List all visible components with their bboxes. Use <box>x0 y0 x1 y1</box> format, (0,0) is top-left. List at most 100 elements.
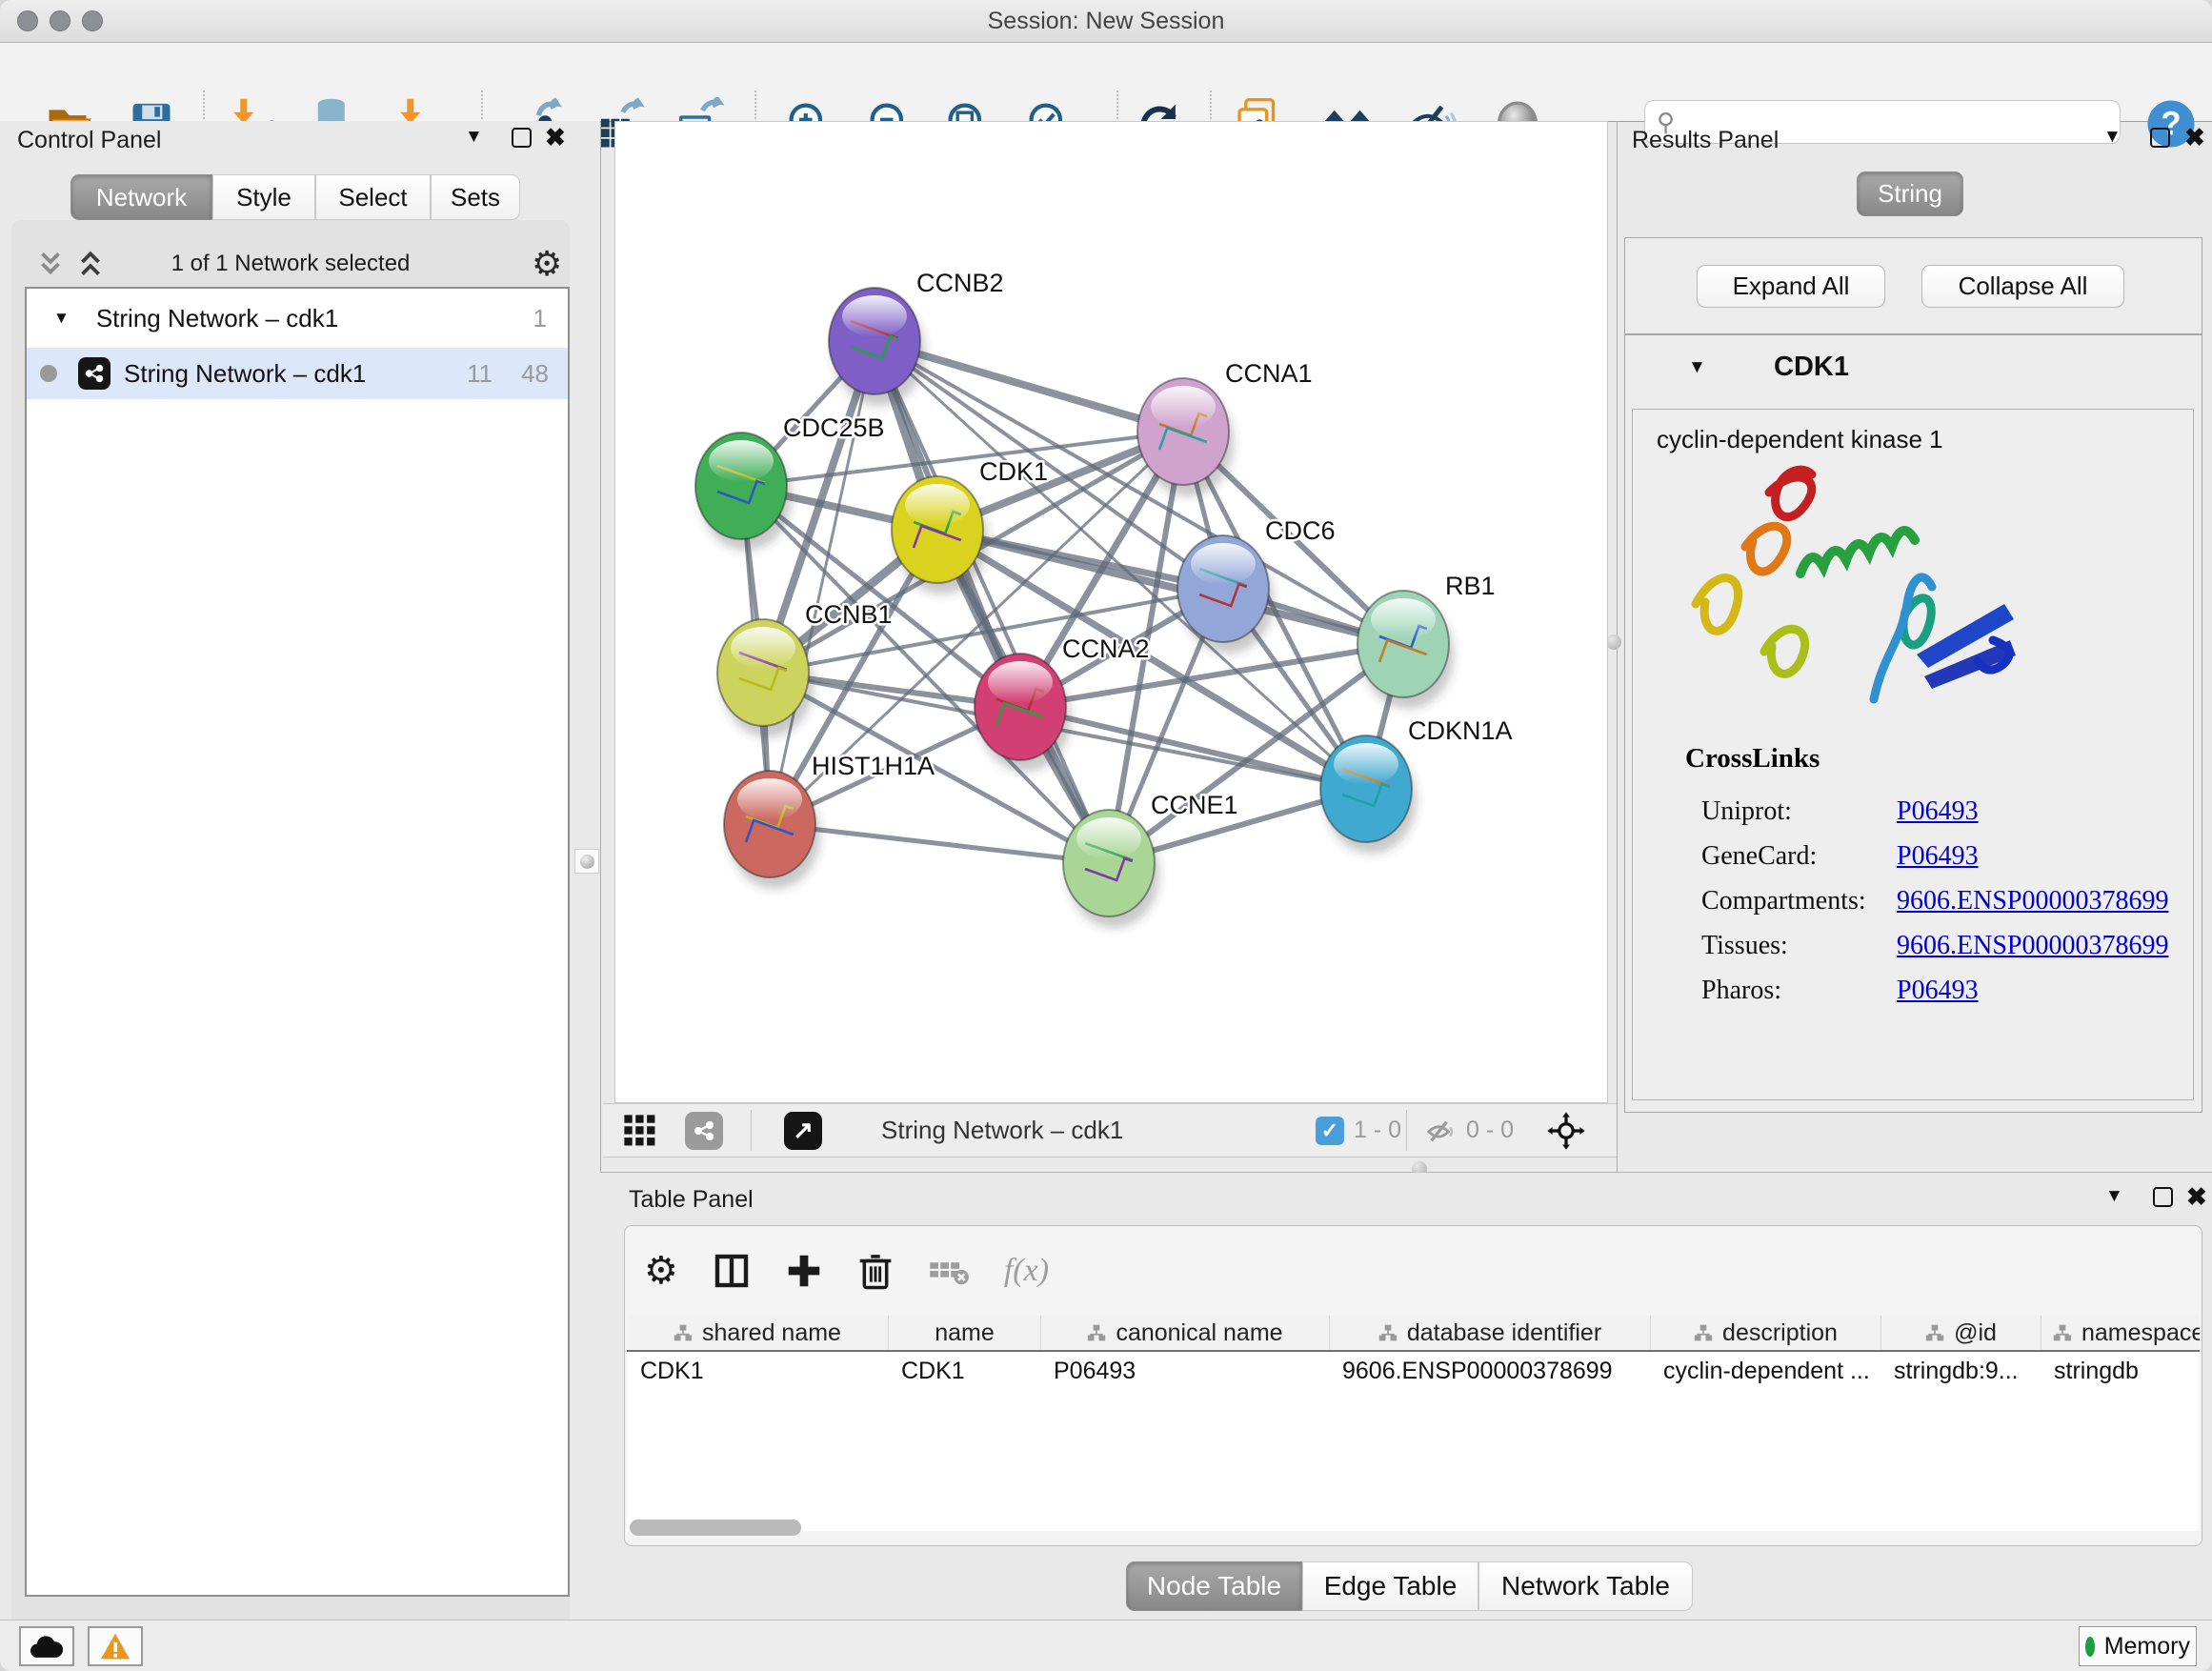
cell-id[interactable]: stringdb:9... <box>1880 1358 2041 1385</box>
show-columns-button[interactable] <box>713 1252 751 1290</box>
selected-indicator: ✓ 1 - 0 <box>1316 1104 1401 1157</box>
network-row-selected[interactable]: String Network – cdk1 11 48 <box>27 348 568 399</box>
network-edge[interactable] <box>770 824 1109 863</box>
gene-details: cyclin-dependent kinase 1 CrossLinks <box>1632 409 2194 1100</box>
table-panel-menu-button[interactable]: ▼ <box>2105 1186 2123 1207</box>
network-canvas[interactable]: CCNB2CCNA1CDC25BCDK1CDC6RB1CCNB1CCNA2CDK… <box>615 122 1607 1102</box>
table-panel-float-button[interactable] <box>2153 1187 2173 1207</box>
network-edge[interactable] <box>875 341 1109 863</box>
memory-button[interactable]: Memory <box>2079 1626 2197 1666</box>
external-arrow-icon: ↗ <box>784 1112 822 1150</box>
tab-network[interactable]: Network <box>70 174 212 220</box>
node-table: shared name name canonical name database… <box>627 1316 2200 1531</box>
column-header[interactable]: @id <box>1880 1316 2041 1350</box>
cell-shared-name[interactable]: CDK1 <box>627 1358 888 1385</box>
results-panel-close-button[interactable]: ✖ <box>2184 125 2205 150</box>
delete-table-button[interactable] <box>928 1254 970 1288</box>
crosslink-label: Compartments: <box>1701 886 1897 916</box>
control-panel-float-button[interactable] <box>512 128 532 148</box>
crosslink-genecard[interactable]: P06493 <box>1897 841 1979 872</box>
column-header[interactable]: shared name <box>627 1316 888 1350</box>
pan-mode-button[interactable] <box>1546 1104 1586 1157</box>
results-panel-title: Results Panel <box>1632 127 1779 154</box>
cloud-icon <box>29 1633 65 1660</box>
cloud-status-button[interactable] <box>19 1626 74 1666</box>
network-view-title: String Network – cdk1 <box>881 1104 1123 1157</box>
crosslink-row: GeneCard: P06493 <box>1701 834 2178 878</box>
crosslinks-title: CrossLinks <box>1685 743 1820 775</box>
network-node-label: CDC25B <box>783 413 885 442</box>
column-header[interactable]: namespace <box>2041 1316 2200 1350</box>
string-style-button[interactable] <box>685 1104 723 1157</box>
warnings-button[interactable] <box>88 1626 143 1666</box>
crosslink-pharos[interactable]: P06493 <box>1897 976 1979 1006</box>
close-icon: ✖ <box>2184 125 2205 150</box>
tab-network-table[interactable]: Network Table <box>1478 1561 1693 1611</box>
right-splitter-handle[interactable] <box>1606 634 1621 650</box>
crosslink-row: Tissues: 9606.ENSP00000378699 <box>1701 923 2178 968</box>
memory-label: Memory <box>2104 1633 2190 1661</box>
crosslink-uniprot[interactable]: P06493 <box>1897 796 1979 827</box>
close-icon: ✖ <box>545 125 566 150</box>
titlebar: Session: New Session <box>0 0 2212 43</box>
checkbox-icon: ✓ <box>1316 1117 1344 1145</box>
table-options-button[interactable]: ⚙ <box>644 1249 678 1293</box>
crosslink-label: Uniprot: <box>1701 796 1897 827</box>
create-column-button[interactable] <box>785 1252 823 1290</box>
network-selection-summary: 1 of 1 Network selected <box>11 251 570 277</box>
network-label: String Network – cdk1 <box>124 359 366 389</box>
network-options-button[interactable]: ⚙ <box>532 244 562 284</box>
left-splitter[interactable] <box>600 121 601 1172</box>
show-grid-button[interactable] <box>622 1104 658 1157</box>
tab-string[interactable]: String <box>1857 171 1963 216</box>
left-splitter-handle[interactable] <box>574 849 599 874</box>
function-builder-button[interactable]: f(x) <box>1004 1253 1049 1289</box>
float-window-icon <box>512 128 532 148</box>
gene-section-expander[interactable]: ▼ <box>1688 357 1706 378</box>
birds-eye-view-button[interactable]: ↗ <box>784 1104 822 1157</box>
fx-icon: f(x) <box>1004 1253 1049 1289</box>
crosslink-compartments[interactable]: 9606.ENSP00000378699 <box>1897 886 2168 916</box>
column-header[interactable]: canonical name <box>1040 1316 1329 1350</box>
table-panel-close-button[interactable]: ✖ <box>2186 1184 2207 1209</box>
control-panel-close-button[interactable]: ✖ <box>545 125 566 150</box>
selected-counts: 1 - 0 <box>1354 1117 1401 1144</box>
crosslink-tissues[interactable]: 9606.ENSP00000378699 <box>1897 931 2168 961</box>
tab-select[interactable]: Select <box>315 174 431 220</box>
cell-database-identifier[interactable]: 9606.ENSP00000378699 <box>1329 1358 1650 1385</box>
expand-all-button[interactable]: Expand All <box>1697 265 1885 308</box>
grid-icon <box>622 1113 658 1149</box>
results-panel-float-button[interactable] <box>2150 128 2170 148</box>
table-row[interactable]: CDK1 CDK1 P06493 9606.ENSP00000378699 cy… <box>627 1352 2200 1390</box>
column-header[interactable]: description <box>1650 1316 1880 1350</box>
network-collection-row[interactable]: ▼ String Network – cdk1 1 <box>27 289 568 348</box>
hierarchy-icon <box>1087 1323 1106 1342</box>
tab-edge-table[interactable]: Edge Table <box>1302 1561 1478 1611</box>
column-header[interactable]: database identifier <box>1329 1316 1650 1350</box>
delete-table-icon <box>928 1254 970 1288</box>
tab-sets[interactable]: Sets <box>431 174 520 220</box>
delete-column-button[interactable] <box>857 1251 894 1291</box>
network-node-label: CCNB2 <box>916 269 1004 297</box>
tab-style[interactable]: Style <box>212 174 315 220</box>
tree-expander-icon[interactable]: ▼ <box>53 309 70 328</box>
cell-canonical-name[interactable]: P06493 <box>1040 1358 1329 1385</box>
cell-name[interactable]: CDK1 <box>888 1358 1040 1385</box>
hierarchy-icon <box>2053 1323 2072 1342</box>
tab-node-table[interactable]: Node Table <box>1126 1561 1302 1611</box>
network-node-label: CCNE1 <box>1151 791 1238 819</box>
column-header[interactable]: name <box>888 1316 1040 1350</box>
collapse-all-button[interactable]: Collapse All <box>1921 265 2124 308</box>
results-panel-menu-button[interactable]: ▼ <box>2103 127 2122 148</box>
cytoscape-window: Session: New Session <box>0 0 2212 1671</box>
crosslink-row: Uniprot: P06493 <box>1701 789 2178 834</box>
network-node-label: RB1 <box>1445 572 1496 600</box>
control-panel-menu-button[interactable]: ▼ <box>465 127 483 148</box>
cell-namespace[interactable]: stringdb <box>2041 1358 2200 1385</box>
toolbar-separator <box>1406 1110 1407 1151</box>
window-title: Session: New Session <box>0 0 2212 42</box>
network-current-dot-icon <box>40 365 57 382</box>
network-node-label: CDK1 <box>979 457 1048 486</box>
cell-description[interactable]: cyclin-dependent ... <box>1650 1358 1880 1385</box>
horizontal-scrollbar-thumb[interactable] <box>630 1520 801 1536</box>
